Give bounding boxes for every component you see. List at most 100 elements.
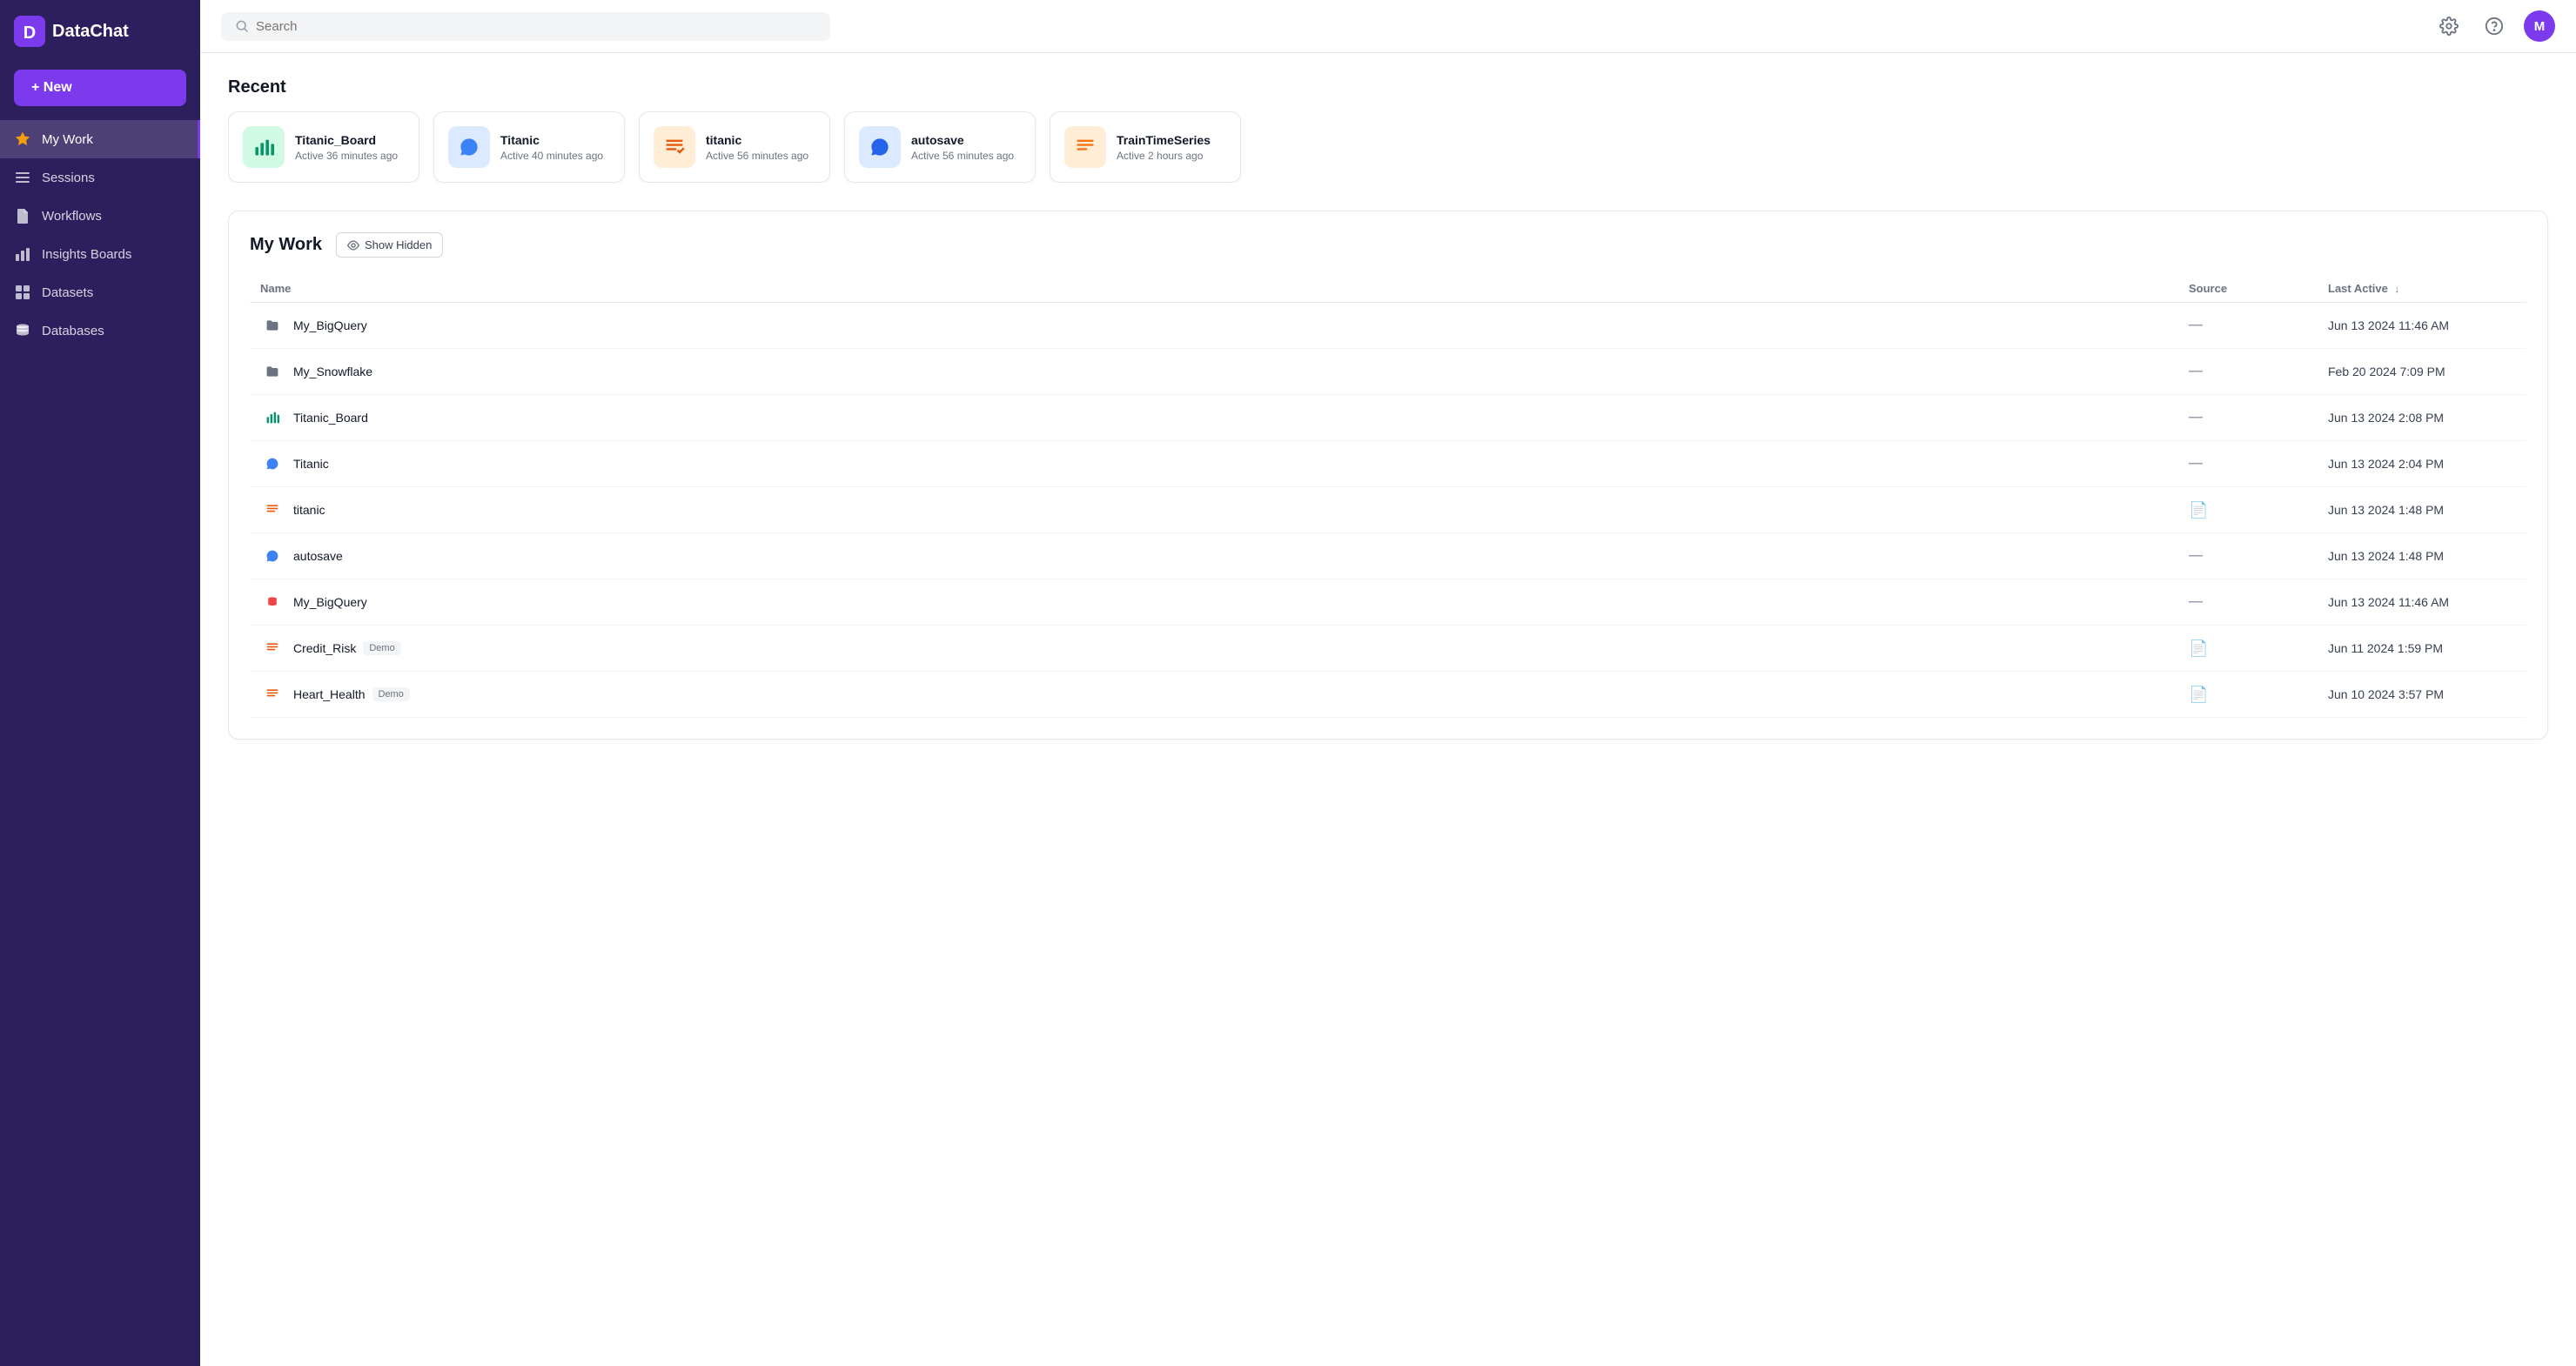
file-icon (14, 207, 31, 224)
recent-card-time-2: Active 56 minutes ago (706, 150, 808, 162)
source-dash: — (2189, 364, 2203, 378)
cell-last-active: Jun 13 2024 11:46 AM (2318, 303, 2526, 349)
cell-name: autosave (250, 533, 2178, 579)
sidebar-item-my-work[interactable]: My Work (0, 120, 200, 158)
recent-card-titanic[interactable]: Titanic Active 40 minutes ago (433, 111, 625, 183)
cell-source: 📄 (2178, 672, 2318, 718)
work-table-body: My_BigQuery — Jun 13 2024 11:46 AM My_Sn… (250, 303, 2526, 718)
recent-title: Recent (228, 77, 2548, 97)
cell-name: My_BigQuery (250, 579, 2178, 626)
cell-name: Titanic_Board (250, 395, 2178, 441)
demo-badge: Demo (363, 641, 400, 655)
table-header: Name Source Last Active ↓ (250, 275, 2526, 303)
header: M (200, 0, 2576, 53)
sidebar-item-databases[interactable]: Databases (0, 311, 200, 350)
recent-cards: Titanic_Board Active 36 minutes ago Tita… (228, 111, 2548, 183)
new-button[interactable]: + New (14, 70, 186, 106)
table-row[interactable]: autosave — Jun 13 2024 1:48 PM (250, 533, 2526, 579)
search-box[interactable] (221, 12, 830, 41)
row-name: autosave (293, 549, 343, 563)
cell-source: — (2178, 441, 2318, 487)
settings-button[interactable] (2433, 10, 2465, 42)
row-name: Credit_Risk (293, 641, 356, 655)
grid-icon (14, 284, 31, 301)
col-header-last-active[interactable]: Last Active ↓ (2318, 275, 2526, 303)
recent-section: Recent Titanic_Board Active 36 minutes a… (228, 77, 2548, 183)
table-row[interactable]: Titanic_Board — Jun 13 2024 2:08 PM (250, 395, 2526, 441)
recent-card-info-traintimeseries: TrainTimeSeries Active 2 hours ago (1117, 133, 1211, 162)
cell-source: — (2178, 395, 2318, 441)
recent-card-info-titanic: Titanic Active 40 minutes ago (500, 133, 603, 162)
help-icon (2485, 17, 2504, 36)
sidebar-item-insights-boards[interactable]: Insights Boards (0, 235, 200, 273)
recent-card-icon-titanic (448, 126, 490, 168)
sidebar-item-workflows[interactable]: Workflows (0, 197, 200, 235)
row-name: My_BigQuery (293, 595, 367, 609)
cell-last-active: Jun 13 2024 1:48 PM (2318, 533, 2526, 579)
sort-arrow: ↓ (2395, 285, 2400, 295)
col-header-source: Source (2178, 275, 2318, 303)
database-icon (14, 322, 31, 339)
help-button[interactable] (2479, 10, 2510, 42)
sidebar-label-insights-boards: Insights Boards (42, 247, 131, 262)
mywork-title: My Work (250, 235, 322, 255)
table-row[interactable]: My_Snowflake — Feb 20 2024 7:09 PM (250, 349, 2526, 395)
source-dash: — (2189, 548, 2203, 563)
row-type-icon (260, 405, 285, 430)
recent-card-name-3: autosave (911, 133, 1014, 147)
cell-source: — (2178, 303, 2318, 349)
table-row[interactable]: Credit_Risk Demo 📄 Jun 11 2024 1:59 PM (250, 626, 2526, 672)
cell-source: — (2178, 349, 2318, 395)
row-type-icon (260, 452, 285, 476)
recent-card-autosave[interactable]: autosave Active 56 minutes ago (844, 111, 1036, 183)
recent-card-icon-titanic-board (243, 126, 285, 168)
logo-area: D DataChat (0, 0, 200, 63)
sidebar-nav: My Work Sessions Workflows Insights Bo (0, 120, 200, 350)
header-right: M (2433, 10, 2555, 42)
show-hidden-label: Show Hidden (365, 238, 432, 251)
logo-text: DataChat (52, 22, 129, 42)
cell-last-active: Jun 13 2024 11:46 AM (2318, 579, 2526, 626)
recent-card-name-4: TrainTimeSeries (1117, 133, 1211, 147)
table-row[interactable]: My_BigQuery — Jun 13 2024 11:46 AM (250, 303, 2526, 349)
source-file-icon: 📄 (2189, 686, 2208, 703)
row-name: Titanic_Board (293, 411, 368, 425)
table-row[interactable]: Heart_Health Demo 📄 Jun 10 2024 3:57 PM (250, 672, 2526, 718)
search-input[interactable] (256, 19, 816, 34)
sidebar-label-my-work: My Work (42, 132, 93, 147)
cell-source: 📄 (2178, 626, 2318, 672)
cell-name: titanic (250, 487, 2178, 533)
search-icon (235, 19, 249, 33)
user-avatar[interactable]: M (2524, 10, 2555, 42)
table-row[interactable]: Titanic — Jun 13 2024 2:04 PM (250, 441, 2526, 487)
row-type-icon (260, 313, 285, 338)
source-dash: — (2189, 318, 2203, 332)
recent-card-icon-traintimeseries (1064, 126, 1106, 168)
sidebar-label-sessions: Sessions (42, 171, 95, 185)
cell-last-active: Feb 20 2024 7:09 PM (2318, 349, 2526, 395)
content-area: Recent Titanic_Board Active 36 minutes a… (200, 53, 2576, 1366)
source-file-icon: 📄 (2189, 501, 2208, 519)
cell-source: — (2178, 533, 2318, 579)
table-row[interactable]: titanic 📄 Jun 13 2024 1:48 PM (250, 487, 2526, 533)
recent-card-time-1: Active 40 minutes ago (500, 150, 603, 162)
recent-card-titanic-lower[interactable]: titanic Active 56 minutes ago (639, 111, 830, 183)
sidebar-item-sessions[interactable]: Sessions (0, 158, 200, 197)
recent-card-info-titanic-board: Titanic_Board Active 36 minutes ago (295, 133, 398, 162)
recent-card-info-autosave: autosave Active 56 minutes ago (911, 133, 1014, 162)
row-type-icon (260, 590, 285, 614)
star-icon (14, 131, 31, 148)
row-type-icon (260, 636, 285, 660)
row-type-icon (260, 544, 285, 568)
cell-last-active: Jun 13 2024 2:04 PM (2318, 441, 2526, 487)
recent-card-name-2: titanic (706, 133, 808, 147)
source-dash: — (2189, 594, 2203, 609)
demo-badge: Demo (372, 687, 410, 701)
recent-card-titanic-board[interactable]: Titanic_Board Active 36 minutes ago (228, 111, 419, 183)
sidebar-item-datasets[interactable]: Datasets (0, 273, 200, 311)
show-hidden-button[interactable]: Show Hidden (336, 232, 443, 258)
table-row[interactable]: My_BigQuery — Jun 13 2024 11:46 AM (250, 579, 2526, 626)
work-table: Name Source Last Active ↓ (250, 275, 2526, 718)
cell-name: Credit_Risk Demo (250, 626, 2178, 672)
recent-card-traintimeseries[interactable]: TrainTimeSeries Active 2 hours ago (1050, 111, 1241, 183)
